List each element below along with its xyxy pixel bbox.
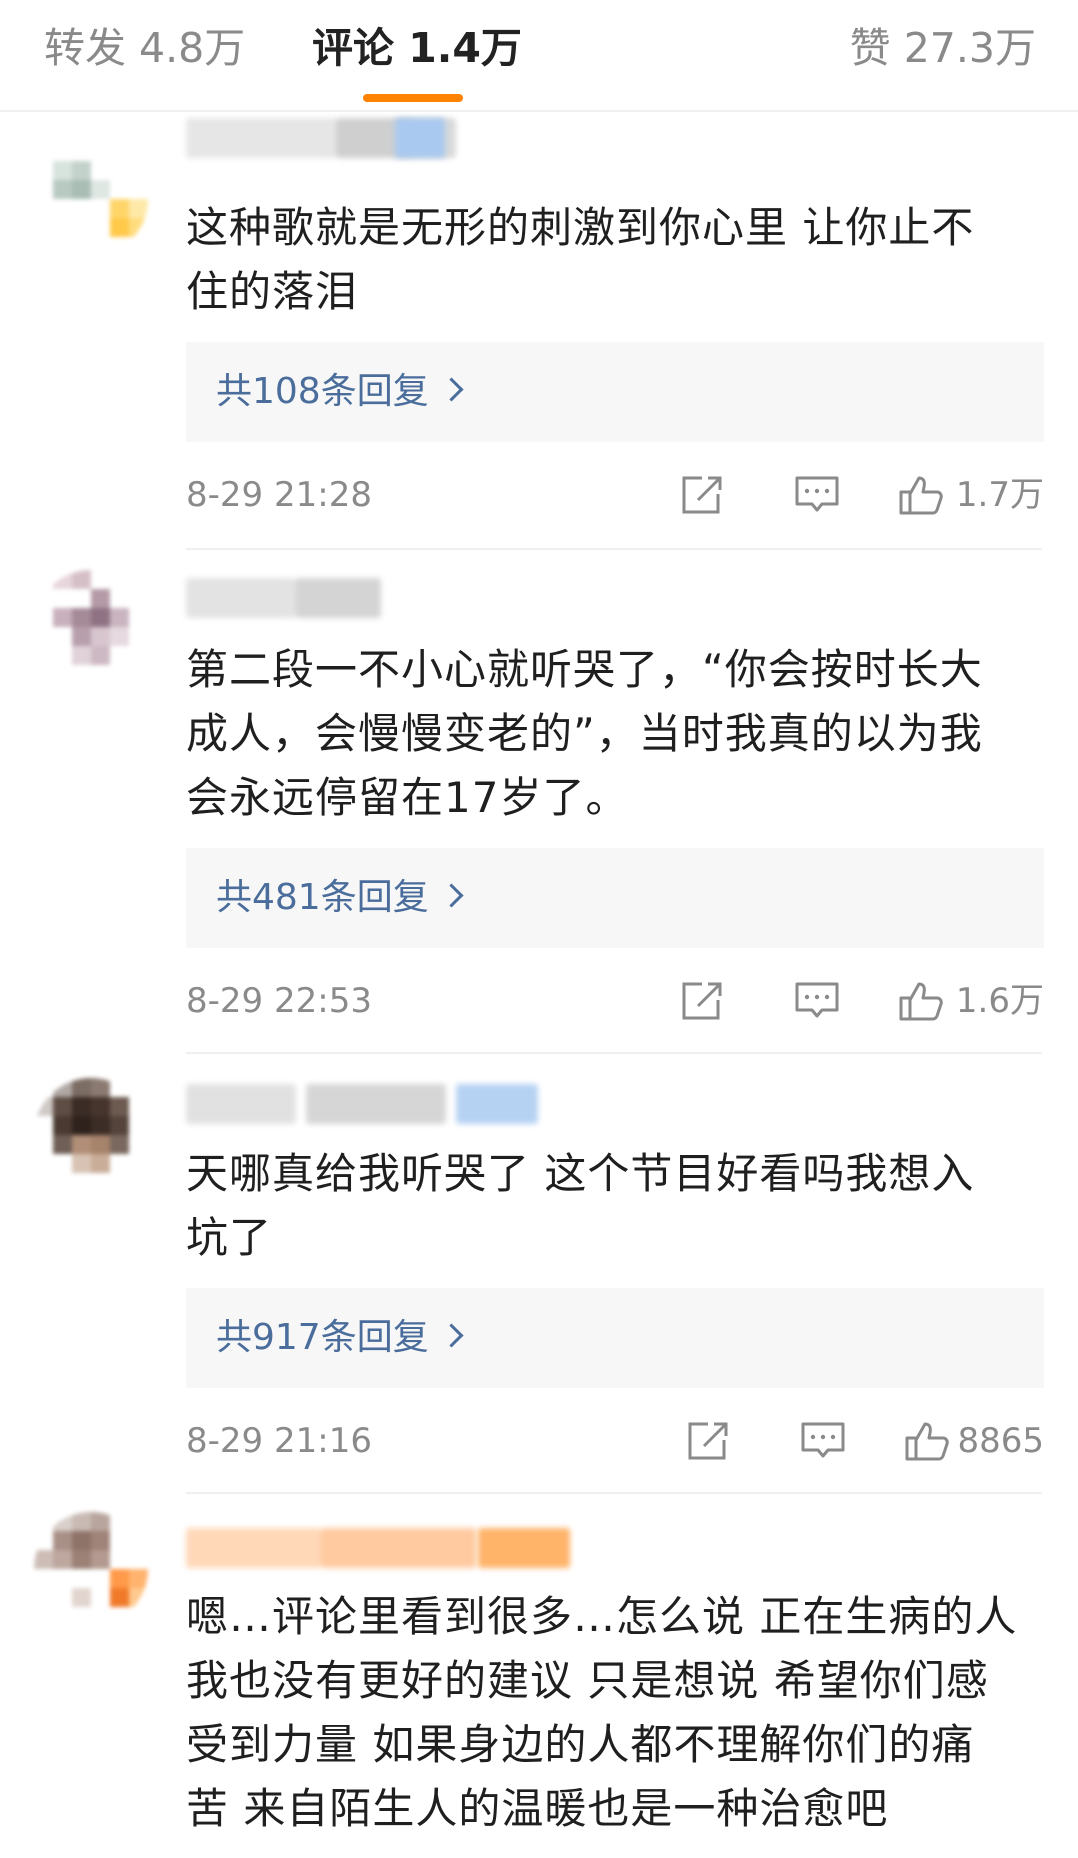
share-icon[interactable] (686, 1420, 732, 1462)
comment-meta: 8-29 22:53 1.6万 (186, 976, 1044, 1026)
avatar[interactable] (34, 142, 148, 256)
comment-time: 8-29 21:16 (186, 1421, 372, 1461)
view-replies-link[interactable]: 共481条回复 (216, 873, 464, 923)
like-count: 1.6万 (955, 981, 1044, 1021)
like-count: 1.7万 (955, 475, 1044, 515)
divider (186, 1052, 1042, 1054)
divider (186, 1492, 1042, 1494)
comment-text: 天哪真给我听哭了 这个节目好看吗我想入 坑了 (186, 1149, 975, 1262)
avatar[interactable] (34, 1078, 148, 1192)
comment-icon[interactable] (800, 1420, 846, 1462)
comment-meta: 8-29 21:28 1.7万 (186, 470, 1044, 520)
comment-time: 8-29 21:28 (186, 475, 372, 515)
share-icon[interactable] (680, 474, 726, 516)
avatar[interactable] (34, 1512, 148, 1626)
comment-text: 第二段一不小心就听哭了，“你会按时长大 成人，会慢慢变老的”，当时我真的以为我 … (186, 645, 983, 822)
view-replies-link[interactable]: 共917条回复 (216, 1313, 464, 1363)
like-count: 8865 (957, 1421, 1044, 1461)
reply-box[interactable]: 共481条回复 (186, 848, 1044, 948)
user-badge-icon (456, 1084, 538, 1124)
thumbs-up-icon[interactable] (898, 980, 944, 1022)
view-replies-link[interactable]: 共108条回复 (216, 367, 464, 417)
chevron-right-icon (439, 377, 464, 402)
comment-tabs: 转发 4.8万 评论 1.4万 赞 27.3万 (0, 0, 1078, 112)
comment-text: 这种歌就是无形的刺激到你心里 让你止不 住的落泪 (186, 203, 975, 316)
username[interactable] (186, 1084, 446, 1124)
chevron-right-icon (439, 1323, 464, 1348)
avatar[interactable] (34, 570, 148, 684)
comment-icon[interactable] (794, 980, 840, 1022)
user-badge-icon (395, 118, 445, 158)
username[interactable] (186, 1528, 476, 1568)
thumbs-up-icon[interactable] (898, 474, 944, 516)
username[interactable] (186, 578, 381, 618)
chevron-right-icon (439, 883, 464, 908)
share-icon[interactable] (680, 980, 726, 1022)
thumbs-up-icon[interactable] (904, 1420, 950, 1462)
comment-text: 嗯…评论里看到很多…怎么说 正在生病的人 我也没有更好的建议 只是想说 希望你们… (186, 1592, 1018, 1833)
reply-box[interactable]: 共917条回复 (186, 1288, 1044, 1388)
comment-icon[interactable] (794, 474, 840, 516)
tab-likes[interactable]: 赞 27.3万 (850, 20, 1036, 76)
user-badge-icon (478, 1528, 570, 1568)
active-tab-indicator (363, 94, 463, 102)
tab-reposts[interactable]: 转发 4.8万 (44, 20, 245, 76)
comment-time: 8-29 22:53 (186, 981, 372, 1021)
tab-comments[interactable]: 评论 1.4万 (312, 20, 522, 76)
comment-meta: 8-29 21:16 8865 (186, 1416, 1044, 1466)
reply-box[interactable]: 共108条回复 (186, 342, 1044, 442)
divider (186, 548, 1042, 550)
